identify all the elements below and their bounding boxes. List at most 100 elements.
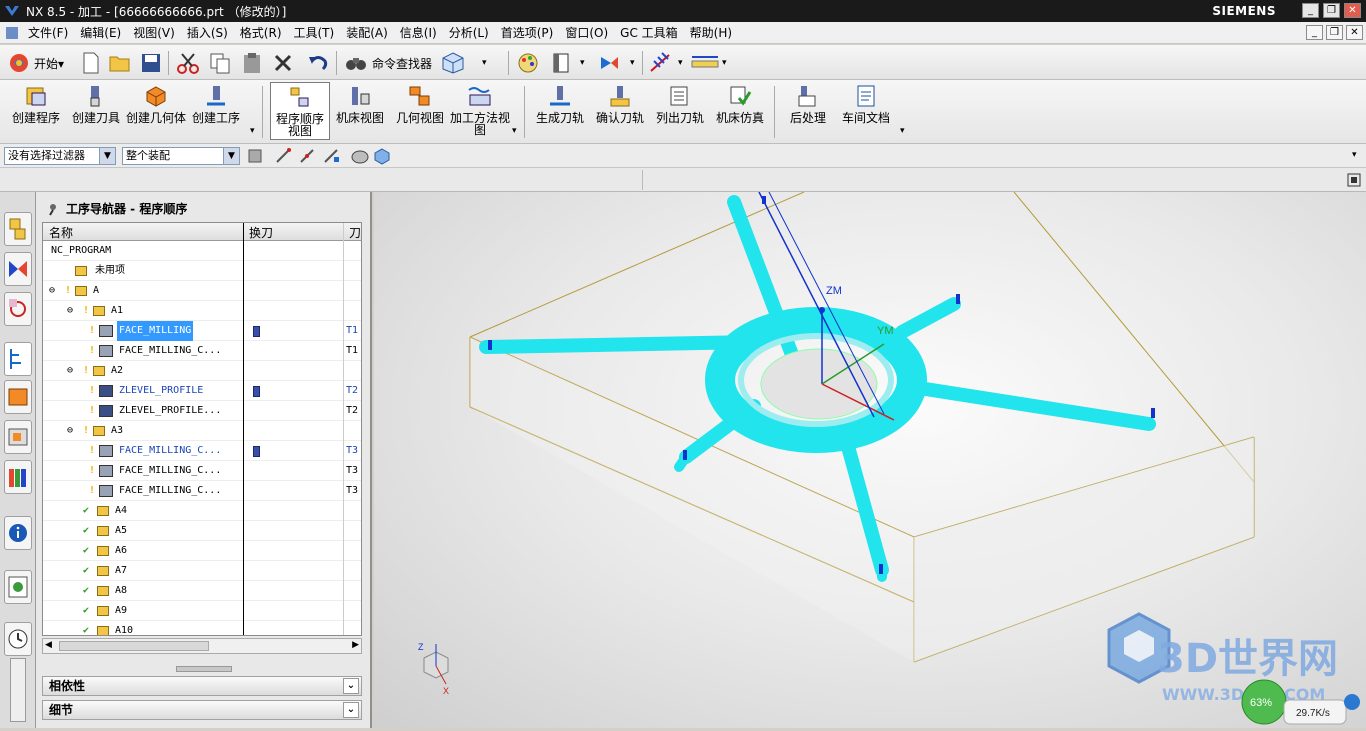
- tree-toggle-icon[interactable]: ⊖: [67, 421, 73, 441]
- toolbar-options-icon[interactable]: ▾: [1352, 150, 1357, 160]
- table-row[interactable]: ! FACE_MILLING_C... T1: [43, 341, 361, 361]
- table-row[interactable]: ! FACE_MILLING_C... T3: [43, 481, 361, 501]
- snap-endpoint-icon[interactable]: [274, 147, 294, 165]
- menu-view[interactable]: 视图(V): [127, 24, 181, 41]
- measure-icon[interactable]: [690, 50, 720, 76]
- chevron-down-icon[interactable]: ⌄: [343, 702, 359, 718]
- col-tool-header[interactable]: 刀: [349, 224, 361, 241]
- selection-filter-dropdown[interactable]: 没有选择过滤器 ▼: [4, 147, 116, 165]
- menu-help[interactable]: 帮助(H): [684, 24, 738, 41]
- table-row[interactable]: ⊖! A3: [43, 421, 361, 441]
- rail-scroller[interactable]: [10, 658, 26, 722]
- table-row[interactable]: ! FACE_MILLING_C... T3: [43, 461, 361, 481]
- selection-icon[interactable]: [598, 50, 624, 76]
- menu-file[interactable]: 文件(F): [22, 24, 74, 41]
- graphics-viewport[interactable]: ZM YM Z X 3D世界网 WWW.3DSJW.COM 6: [374, 191, 1366, 728]
- splitter-handle[interactable]: [176, 666, 232, 672]
- view-box-icon[interactable]: [372, 147, 392, 165]
- open-folder-icon[interactable]: [108, 50, 132, 76]
- dropdown-arrow-icon[interactable]: ▾: [250, 126, 255, 136]
- constraint-navigator-tab[interactable]: [4, 252, 32, 286]
- info-tab[interactable]: [4, 516, 32, 550]
- create-operation-button[interactable]: 创建工序: [186, 82, 246, 140]
- assembly-navigator-tab[interactable]: [4, 212, 32, 246]
- menu-format[interactable]: 格式(R): [234, 24, 288, 41]
- copy-icon[interactable]: [208, 50, 232, 76]
- web-browser-tab[interactable]: [4, 570, 32, 604]
- table-row[interactable]: ! FACE_MILLING T1: [43, 321, 361, 341]
- col-name-header[interactable]: 名称: [49, 224, 73, 241]
- dropdown-arrow-icon[interactable]: ▾: [900, 126, 905, 136]
- menu-tools[interactable]: 工具(T): [288, 24, 341, 41]
- table-row[interactable]: ✔ A6: [43, 541, 361, 561]
- menu-info[interactable]: 信息(I): [394, 24, 443, 41]
- assembly-scope-dropdown[interactable]: 整个装配 ▼: [122, 147, 240, 165]
- cut-icon[interactable]: [176, 50, 200, 76]
- table-row[interactable]: ✔ A9: [43, 601, 361, 621]
- doc-close-button[interactable]: ✕: [1346, 25, 1363, 40]
- view-orient-cube-icon[interactable]: [440, 50, 466, 76]
- table-row[interactable]: ! ZLEVEL_PROFILE... T2: [43, 401, 361, 421]
- start-button[interactable]: 开始▾: [8, 50, 64, 76]
- generate-toolpath-button[interactable]: 生成刀轨: [530, 82, 590, 140]
- machine-tool-view-button[interactable]: 机床视图: [330, 82, 390, 140]
- tree-toggle-icon[interactable]: ⊖: [49, 281, 55, 301]
- dropdown-arrow-icon[interactable]: ▾: [580, 50, 585, 76]
- library-tab[interactable]: [4, 460, 32, 494]
- dropdown-arrow-icon[interactable]: ▾: [722, 50, 727, 76]
- snap-control-point-icon[interactable]: [322, 147, 342, 165]
- dropdown-arrow-icon[interactable]: ▾: [630, 50, 635, 76]
- delete-icon[interactable]: [272, 50, 294, 76]
- table-row[interactable]: ✔ A5: [43, 521, 361, 541]
- table-row[interactable]: ⊖! A2: [43, 361, 361, 381]
- post-process-button[interactable]: 后处理: [778, 82, 838, 140]
- menu-insert[interactable]: 插入(S): [181, 24, 234, 41]
- machine-simulation-button[interactable]: 机床仿真: [710, 82, 770, 140]
- details-section[interactable]: 细节 ⌄: [42, 700, 362, 720]
- horizontal-scrollbar[interactable]: ◀ ▶: [42, 638, 362, 654]
- create-program-button[interactable]: 创建程序: [6, 82, 66, 140]
- dropdown-arrow-icon[interactable]: ▾: [482, 50, 487, 76]
- menu-preferences[interactable]: 首选项(P): [495, 24, 560, 41]
- tree-toggle-icon[interactable]: ⊖: [67, 301, 73, 321]
- table-row[interactable]: ✔ A10: [43, 621, 361, 635]
- table-row[interactable]: ! FACE_MILLING_C... T3: [43, 441, 361, 461]
- minimize-button[interactable]: _: [1302, 3, 1319, 18]
- table-row[interactable]: ✔ A8: [43, 581, 361, 601]
- paste-icon[interactable]: [240, 50, 264, 76]
- fit-view-icon[interactable]: [1346, 172, 1362, 188]
- close-button[interactable]: ✕: [1344, 3, 1361, 18]
- col-toolchange-header[interactable]: 换刀: [249, 224, 273, 241]
- doc-restore-button[interactable]: ❐: [1326, 25, 1343, 40]
- part-navigator-tab[interactable]: [4, 292, 32, 326]
- command-finder-button[interactable]: 命令查找器: [344, 50, 432, 76]
- create-tool-button[interactable]: 创建刀具: [66, 82, 126, 140]
- shop-documentation-button[interactable]: 车间文档: [836, 82, 896, 140]
- view-shaded-icon[interactable]: [350, 147, 370, 165]
- table-row[interactable]: ✔ A4: [43, 501, 361, 521]
- dropdown-arrow-icon[interactable]: ▾: [678, 50, 683, 76]
- table-row[interactable]: ! ZLEVEL_PROFILE T2: [43, 381, 361, 401]
- layer-settings-icon[interactable]: [550, 50, 574, 76]
- menu-assembly[interactable]: 装配(A): [340, 24, 394, 41]
- undo-icon[interactable]: [306, 50, 330, 76]
- dropdown-arrow-icon[interactable]: ▾: [512, 126, 517, 136]
- doc-minimize-button[interactable]: _: [1306, 25, 1323, 40]
- dependencies-section[interactable]: 相依性 ⌄: [42, 676, 362, 696]
- program-order-view-button[interactable]: 程序顺序视图: [270, 82, 330, 140]
- operation-navigator-tab[interactable]: [4, 342, 32, 376]
- restore-button[interactable]: ❐: [1323, 3, 1340, 18]
- save-icon[interactable]: [140, 50, 162, 76]
- chevron-down-icon[interactable]: ⌄: [343, 678, 359, 694]
- scroll-right-icon[interactable]: ▶: [352, 640, 359, 650]
- reuse-library-tab[interactable]: [4, 420, 32, 454]
- table-row[interactable]: NC_PROGRAM: [43, 241, 361, 261]
- table-row[interactable]: ⊖! A: [43, 281, 361, 301]
- geometry-view-button[interactable]: 几何视图: [390, 82, 450, 140]
- palette-icon[interactable]: [516, 50, 542, 76]
- table-row[interactable]: ⊖! A1: [43, 301, 361, 321]
- table-row[interactable]: ✔ A7: [43, 561, 361, 581]
- component-select-icon[interactable]: [246, 147, 266, 165]
- verify-toolpath-button[interactable]: 确认刀轨: [590, 82, 650, 140]
- new-file-icon[interactable]: [80, 50, 102, 76]
